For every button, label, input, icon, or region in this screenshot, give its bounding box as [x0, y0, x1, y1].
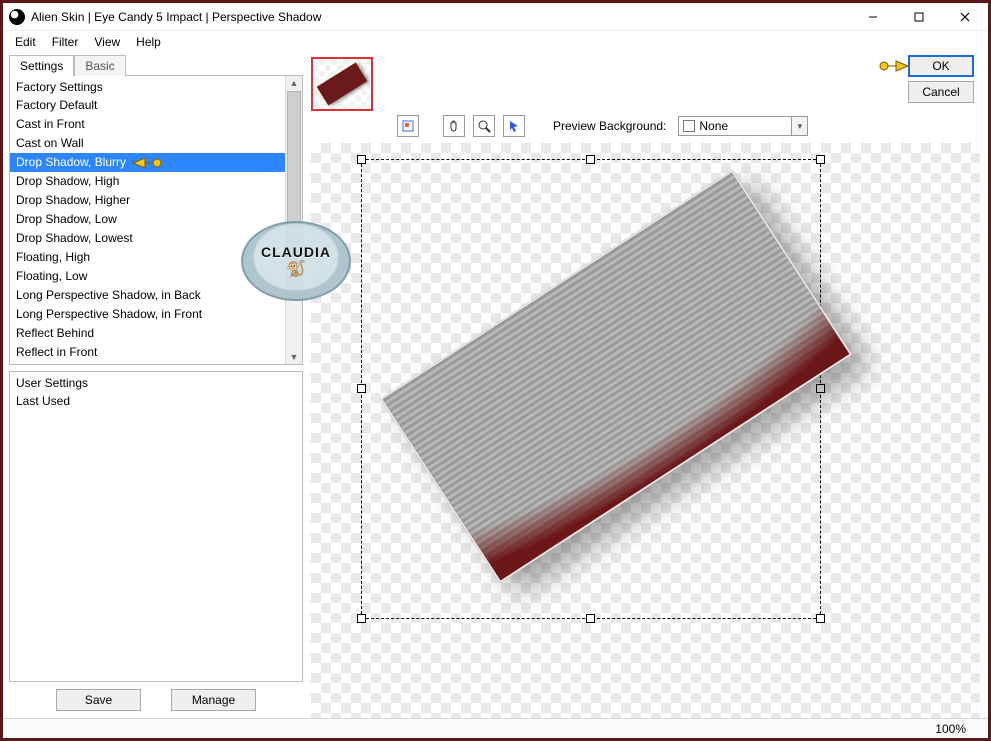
chevron-down-icon[interactable]: ▾ [791, 117, 807, 135]
preview-panel: OK Cancel Preview Background: [303, 53, 988, 718]
cancel-button[interactable]: Cancel [908, 81, 974, 103]
window-title: Alien Skin | Eye Candy 5 Impact | Perspe… [31, 10, 321, 24]
nav-tool-icon[interactable] [397, 115, 419, 137]
handle-bl[interactable] [357, 614, 366, 623]
zoom-tool-icon[interactable] [473, 115, 495, 137]
handle-tl[interactable] [357, 155, 366, 164]
zoom-level: 100% [935, 722, 966, 736]
tab-basic[interactable]: Basic [74, 55, 125, 76]
manage-button[interactable]: Manage [171, 689, 256, 711]
tab-strip: Settings Basic [9, 53, 303, 75]
list-item[interactable]: Long Perspective Shadow, in Front [10, 305, 285, 324]
list-item[interactable]: Drop Shadow, Higher [10, 191, 285, 210]
settings-panel: Settings Basic Factory Settings Factory … [3, 53, 303, 718]
status-bar: 100% [3, 718, 988, 738]
list-item[interactable]: Last Used [10, 392, 302, 411]
list-item[interactable]: Reflect in Front [10, 343, 285, 362]
handle-br[interactable] [816, 614, 825, 623]
ok-button[interactable]: OK [908, 55, 974, 77]
scroll-down-icon[interactable]: ▼ [286, 350, 302, 364]
factory-scrollbar[interactable]: ▲ ▼ [285, 76, 302, 364]
scroll-up-icon[interactable]: ▲ [286, 76, 302, 90]
maximize-button[interactable] [896, 3, 942, 31]
factory-settings-list: Factory Settings Factory DefaultCast in … [9, 75, 303, 365]
list-item[interactable]: Factory Default [10, 96, 285, 115]
list-item[interactable]: Drop Shadow, High [10, 172, 285, 191]
swatch-icon [683, 120, 695, 132]
preview-canvas[interactable] [311, 143, 980, 718]
arrow-tool-icon[interactable] [503, 115, 525, 137]
list-item[interactable]: Drop Shadow, Blurry [10, 153, 285, 172]
menu-help[interactable]: Help [130, 33, 167, 51]
list-item[interactable]: Drop Shadow, Low [10, 210, 285, 229]
minimize-button[interactable] [850, 3, 896, 31]
menu-edit[interactable]: Edit [9, 33, 42, 51]
list-item[interactable]: Cast on Wall [10, 134, 285, 153]
save-button[interactable]: Save [56, 689, 141, 711]
user-settings-list[interactable]: User Settings Last Used [9, 371, 303, 682]
close-button[interactable] [942, 3, 988, 31]
handle-tr[interactable] [816, 155, 825, 164]
title-bar: Alien Skin | Eye Candy 5 Impact | Perspe… [3, 3, 988, 31]
app-icon [9, 9, 25, 25]
menu-filter[interactable]: Filter [46, 33, 85, 51]
tab-settings[interactable]: Settings [9, 55, 74, 76]
list-item[interactable]: Reflect in Front - Faint [10, 362, 285, 364]
preview-thumbnail[interactable] [311, 57, 373, 111]
preview-bg-label: Preview Background: [553, 119, 666, 133]
user-header: User Settings [10, 374, 302, 392]
list-item[interactable]: Long Perspective Shadow, in Back [10, 286, 285, 305]
list-item[interactable]: Reflect Behind [10, 324, 285, 343]
factory-header: Factory Settings [10, 78, 285, 96]
list-item[interactable]: Cast in Front [10, 115, 285, 134]
hand-tool-icon[interactable] [443, 115, 465, 137]
menu-view[interactable]: View [88, 33, 126, 51]
list-item[interactable]: Drop Shadow, Lowest [10, 229, 285, 248]
factory-list-body[interactable]: Factory Settings Factory DefaultCast in … [10, 76, 285, 364]
preview-bg-value: None [699, 119, 728, 133]
menu-bar: Edit Filter View Help [3, 31, 988, 53]
preview-bg-select[interactable]: None ▾ [678, 116, 808, 136]
watermark-badge: CLAUDIA 🐒 [241, 221, 351, 301]
